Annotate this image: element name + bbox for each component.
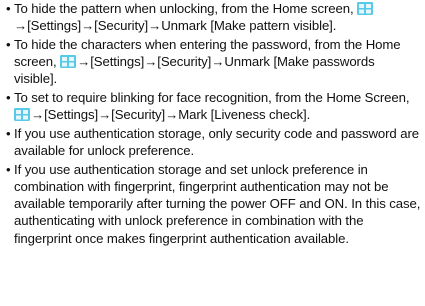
bullet-marker: • (6, 125, 11, 141)
item-text-after-icon: →[Settings]→[Security]→Unmark [Make patt… (14, 18, 337, 34)
bullet-marker: • (6, 36, 11, 52)
list-item: • If you use authentication storage and … (6, 161, 421, 247)
list-item: • To hide the characters when entering t… (6, 36, 421, 88)
item-text: If you use authentication storage, only … (14, 125, 419, 159)
item-text: If you use authentication storage and se… (14, 161, 421, 246)
item-text-after-icon: →[Settings]→[Security]→Mark [Liveness ch… (31, 107, 311, 123)
item-text-before-icon: To set to require blinking for face reco… (14, 90, 410, 106)
list-item: • If you use authentication storage, onl… (6, 125, 421, 159)
apps-grid-icon (357, 2, 374, 15)
list-item: • To set to require blinking for face re… (6, 89, 421, 123)
list-item: • To hide the pattern when unlocking, fr… (6, 0, 421, 34)
bullet-marker: • (6, 90, 11, 106)
bullet-marker: • (6, 1, 11, 16)
item-text-before-icon: To hide the pattern when unlocking, from… (14, 1, 358, 16)
bullet-marker: • (6, 161, 11, 177)
tips-list: • To hide the pattern when unlocking, fr… (0, 0, 425, 247)
apps-grid-icon (60, 55, 77, 69)
apps-grid-icon (14, 108, 30, 122)
